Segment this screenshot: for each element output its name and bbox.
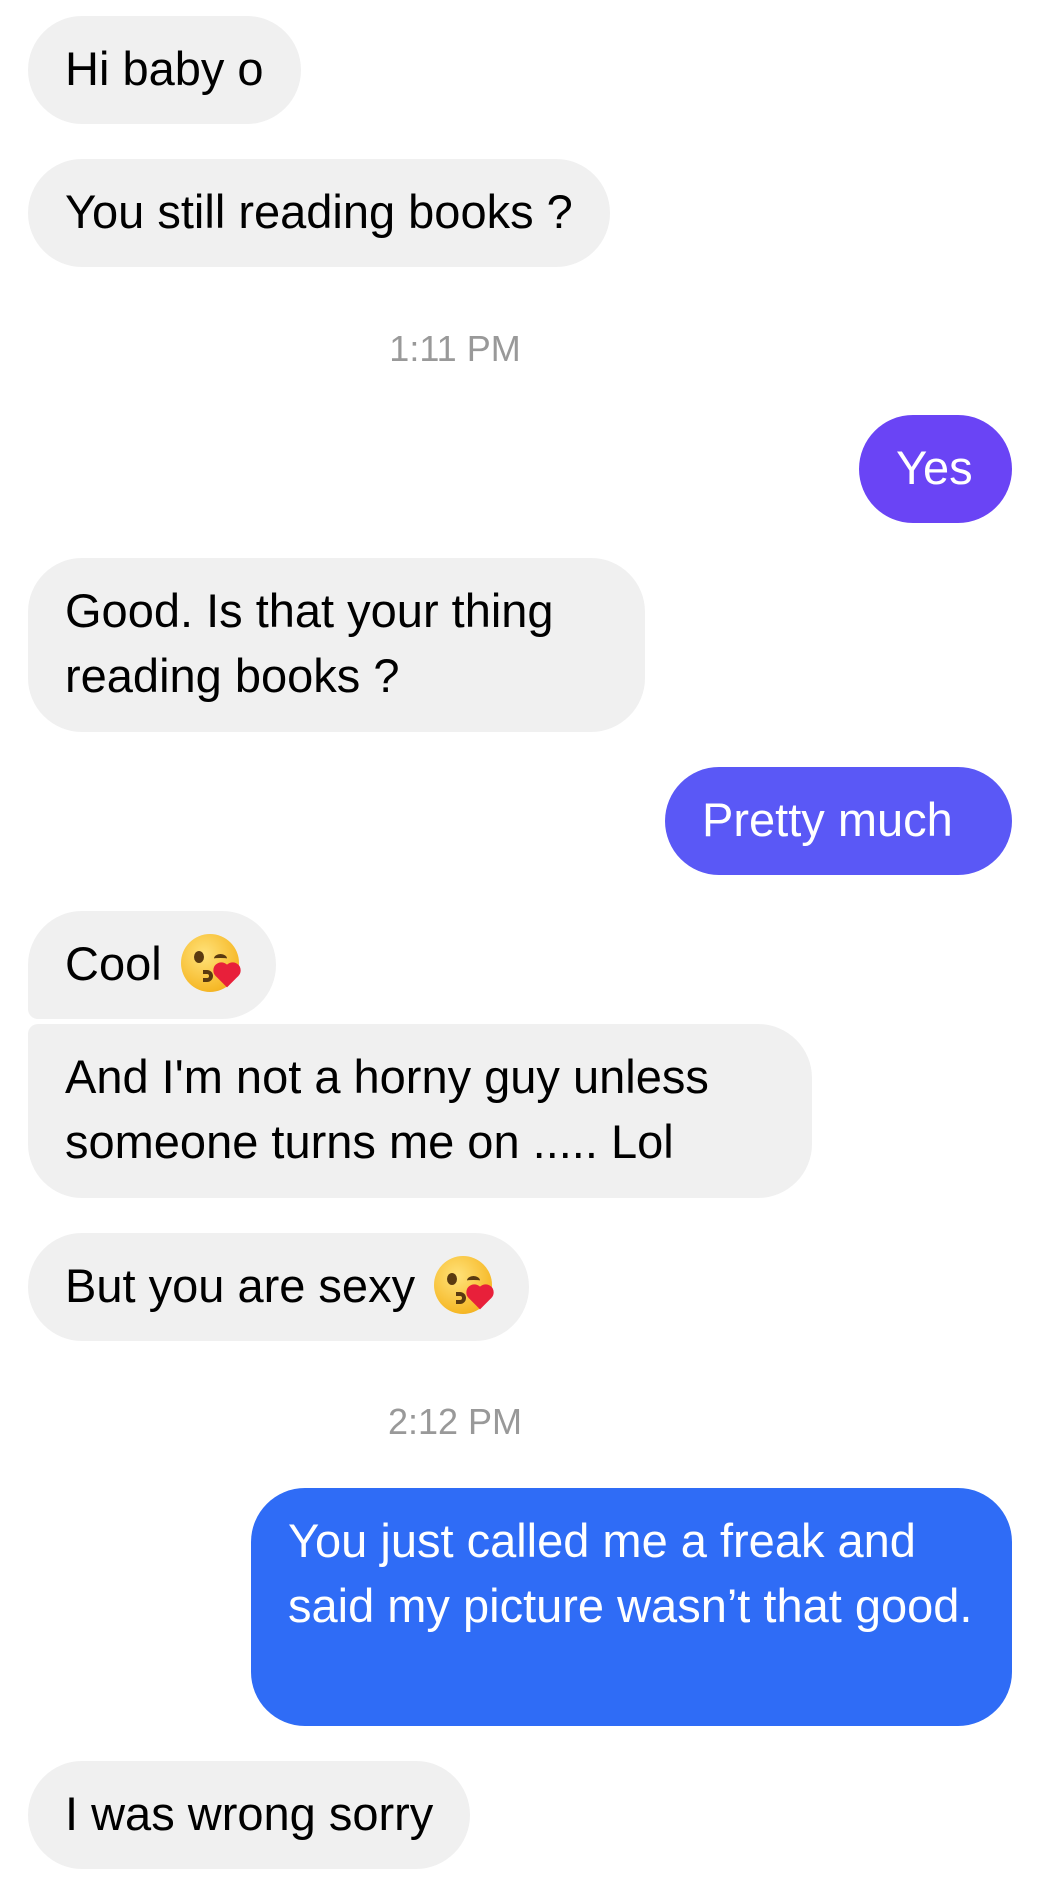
message-text: Good. Is that your thing reading books ? <box>65 584 554 702</box>
message-incoming[interactable]: Hi baby o <box>28 16 301 124</box>
message-text: But you are sexy <box>65 1259 416 1312</box>
message-text: And I'm not a horny guy unless someone t… <box>65 1050 709 1168</box>
message-text: You just called me a freak and said my p… <box>288 1514 973 1632</box>
kissing-face-with-heart-icon <box>434 1256 493 1314</box>
kissing-face-with-heart-icon <box>180 934 239 992</box>
message-text: I was wrong sorry <box>65 1787 434 1840</box>
message-text: Pretty much <box>702 793 953 846</box>
message-outgoing[interactable]: You just called me a freak and said my p… <box>251 1488 1012 1726</box>
message-incoming[interactable]: But you are sexy <box>28 1233 530 1341</box>
message-outgoing[interactable]: Yes <box>859 415 1012 523</box>
message-incoming[interactable]: You still reading books ? <box>28 159 610 267</box>
message-incoming[interactable]: Cool <box>28 911 276 1019</box>
message-incoming[interactable]: Good. Is that your thing reading books ? <box>28 558 645 732</box>
timestamp: 1:11 PM <box>389 328 521 369</box>
message-text: Yes <box>896 441 973 494</box>
message-text: Hi baby o <box>65 42 264 95</box>
message-outgoing[interactable]: Pretty much <box>665 767 1012 875</box>
message-text: Cool <box>65 937 162 990</box>
message-incoming[interactable]: And I'm not a horny guy unless someone t… <box>28 1024 812 1198</box>
message-text: You still reading books ? <box>65 185 573 238</box>
timestamp: 2:12 PM <box>387 1401 523 1442</box>
message-incoming[interactable]: I was wrong sorry <box>28 1761 471 1869</box>
